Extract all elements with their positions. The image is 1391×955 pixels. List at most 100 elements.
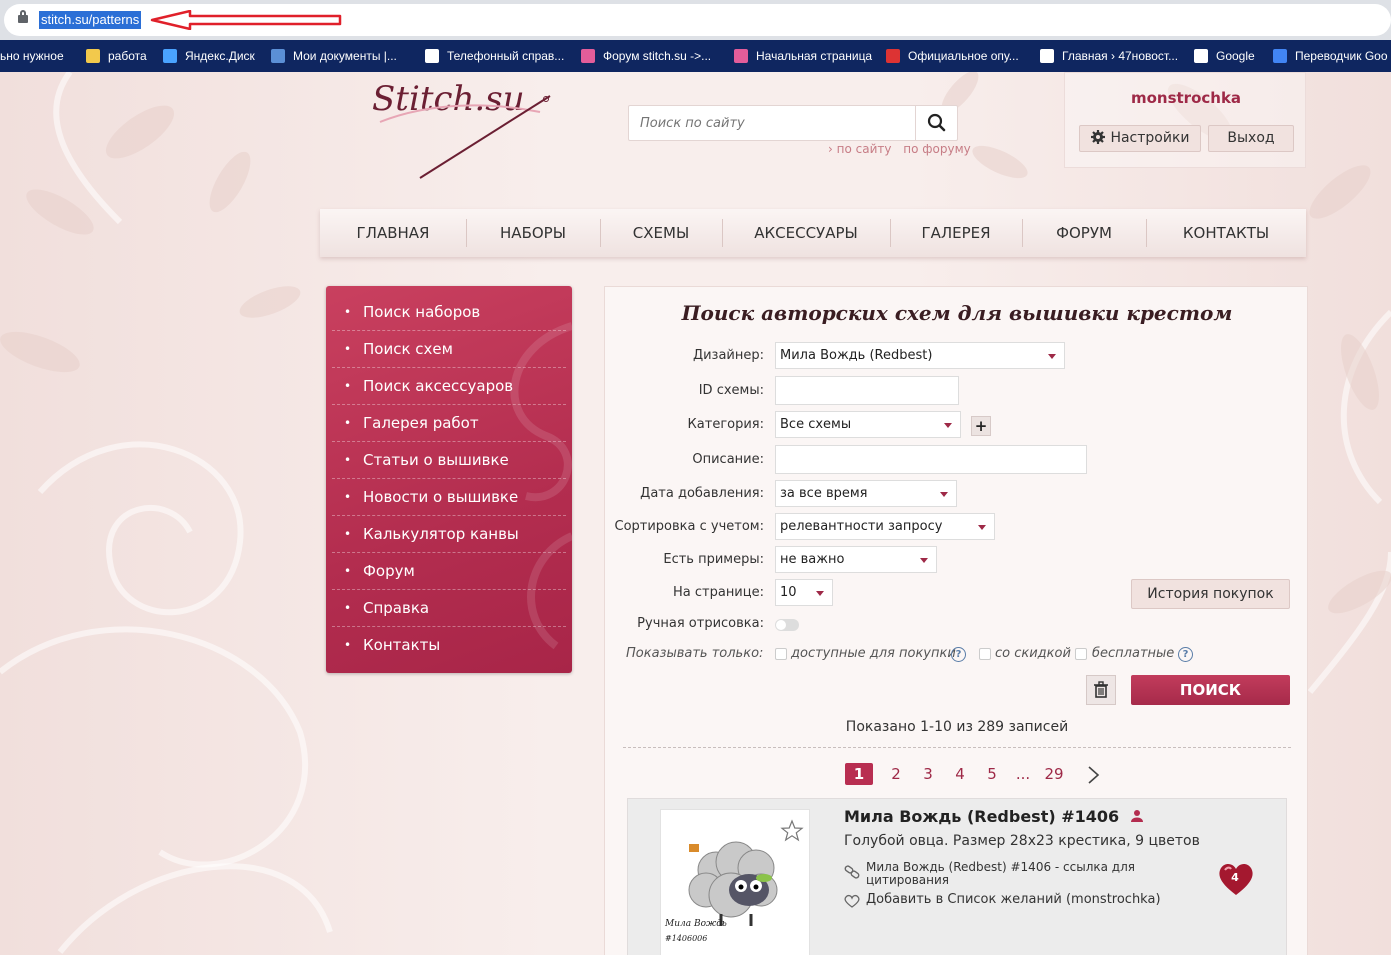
clear-form-button[interactable] [1086,675,1116,705]
likes-count: 4 [1231,871,1239,884]
sidebar-item[interactable]: Поиск наборов [332,294,566,331]
has-examples-select[interactable]: не важно [775,546,937,573]
designer-select[interactable]: Мила Вождь (Redbest) [775,342,1065,369]
page-link[interactable]: 5 [981,763,1003,785]
sidebar-item[interactable]: Поиск схем [332,331,566,368]
per-page-select[interactable]: 10 [775,579,833,606]
page-link[interactable]: 4 [949,763,971,785]
sort-select[interactable]: релевантности запросу [775,513,995,540]
nav-item[interactable]: КОНТАКТЫ [1146,209,1306,257]
bookmark-label: Главная › 47новост... [1062,49,1179,63]
scope-site-link[interactable]: › по сайту [828,142,891,156]
sidebar-item[interactable]: Статьи о вышивке [332,442,566,479]
star-icon[interactable] [780,819,804,843]
likes-heart[interactable]: 4 [1216,861,1256,897]
search-icon [927,113,946,132]
stitch-su-logo[interactable]: Stitch.su [360,72,560,182]
available-checkbox[interactable] [775,648,787,660]
bookmark-item[interactable]: Телефонный справ... [425,47,564,65]
site-search-input[interactable] [629,106,917,140]
date-added-value: за все время [780,486,868,501]
discount-checkbox[interactable] [979,648,991,660]
scope-forum-link[interactable]: по форуму [903,142,970,156]
pattern-result-card: Мила Вождь #1406006 Мила Вождь (Redbest)… [627,798,1287,955]
bookmark-item[interactable]: Мои документы |... [271,47,397,65]
flag-icon [886,49,900,63]
bookmark-item[interactable]: ьно нужное [0,47,64,65]
page-link[interactable]: 3 [917,763,939,785]
pattern-title-text: Мила Вождь (Redbest) #1406 [844,807,1120,826]
category-label: Категория: [687,417,764,432]
help-icon[interactable]: ? [1178,647,1193,662]
manual-drawing-toggle[interactable] [775,619,799,631]
sidebar-item[interactable]: Форум [332,553,566,590]
date-added-select[interactable]: за все время [775,480,957,507]
site-search [628,105,958,141]
bookmark-item[interactable]: Официальное опу... [886,47,1019,65]
user-icon [1130,810,1143,822]
free-checkbox[interactable] [1075,648,1087,660]
thumb-caption-designer: Мила Вождь [664,919,727,929]
url-text[interactable]: stitch.su/patterns [39,11,142,29]
discount-label: со скидкой [995,646,1071,661]
bookmark-item[interactable]: Переводчик Goo [1273,47,1388,65]
sidebar-item[interactable]: Галерея работ [332,405,566,442]
nav-item[interactable]: ГАЛЕРЕЯ [890,209,1022,257]
bookmark-label: Начальная страница [756,49,873,63]
sidebar-item[interactable]: Поиск аксессуаров [332,368,566,405]
nav-item[interactable]: НАБОРЫ [466,209,600,257]
pattern-id-input[interactable] [775,376,959,405]
search-button[interactable] [915,106,957,140]
nav-separator [1146,219,1147,247]
nav-separator [466,219,467,247]
designer-value: Мила Вождь (Redbest) [780,348,933,363]
purchase-history-button[interactable]: История покупок [1131,579,1290,609]
per-page-value: 10 [780,585,797,600]
bookmark-item[interactable]: работа [86,47,147,65]
pagination-ellipsis: ... [1015,765,1031,783]
link-icon [844,865,860,879]
nav-item[interactable]: СХЕМЫ [600,209,722,257]
documents-icon [271,49,285,63]
bookmark-item[interactable]: Яндекс.Диск [163,47,255,65]
yandex-disk-icon [163,49,177,63]
pattern-description: Голубой овца. Размер 28x23 крестика, 9 ц… [844,833,1200,849]
add-category-button[interactable]: + [971,416,991,436]
nav-item[interactable]: ГЛАВНАЯ [320,209,466,257]
category-select[interactable]: Все схемы [775,411,961,438]
page-link[interactable]: 1 [845,763,873,785]
logout-button[interactable]: Выход [1208,125,1294,152]
chevron-down-icon [978,525,986,530]
per-page-label: На странице: [673,585,764,600]
description-input[interactable] [775,445,1087,474]
sidebar-item[interactable]: Контакты [332,627,566,664]
nav-item[interactable]: ФОРУМ [1022,209,1146,257]
available-label: доступные для покупки [791,646,956,661]
sidebar-item[interactable]: Новости о вышивке [332,479,566,516]
sidebar-item[interactable]: Справка [332,590,566,627]
bookmark-item[interactable]: Главная › 47новост... [1040,47,1178,65]
page-link[interactable]: 29 [1039,763,1069,785]
bookmark-item[interactable]: Форум stitch.su ->... [581,47,711,65]
help-icon[interactable]: ? [951,647,966,662]
sidebar-item[interactable]: Калькулятор канвы [332,516,566,553]
cite-link[interactable]: Мила Вождь (Redbest) #1406 - ссылка для … [866,861,1166,887]
has-examples-value: не важно [780,552,845,567]
bookmark-item[interactable]: Google [1194,47,1255,65]
nav-item[interactable]: АКСЕССУАРЫ [722,209,890,257]
manual-drawing-label: Ручная отрисовка: [637,616,764,631]
bookmark-label: Google [1216,49,1255,63]
pattern-title[interactable]: Мила Вождь (Redbest) #1406 [844,807,1143,826]
red-arrow-annotation [150,10,342,30]
chevron-down-icon [920,558,928,563]
search-submit-button[interactable]: ПОИСК [1131,675,1290,705]
page-link[interactable]: 2 [885,763,907,785]
username[interactable]: monstrochka [1065,89,1307,107]
bookmark-item[interactable]: Начальная страница [734,47,872,65]
add-to-wishlist-link[interactable]: Добавить в Список желаний (monstrochka) [866,892,1161,907]
chevron-down-icon [1048,354,1056,359]
next-page-arrow-icon[interactable] [1087,766,1101,784]
bookmark-label: Форум stitch.su ->... [603,49,712,63]
settings-button[interactable]: Настройки [1079,125,1201,152]
trash-icon [1094,681,1108,698]
